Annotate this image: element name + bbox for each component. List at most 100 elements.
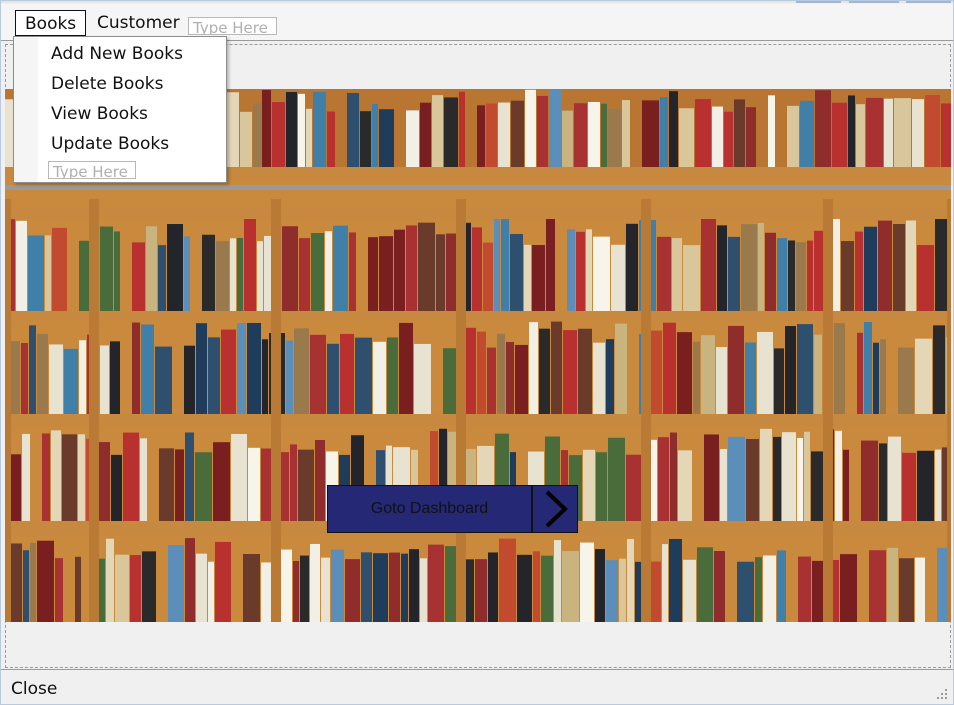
menu-item-update-books[interactable]: Update Books [51, 132, 169, 156]
book-spine [321, 557, 330, 622]
book-spine [619, 558, 626, 622]
book-spine [240, 111, 252, 167]
book-spine [777, 238, 787, 311]
book-spine [499, 538, 516, 622]
book-spine [475, 559, 487, 622]
book-spine [663, 322, 676, 414]
book-spine [697, 547, 713, 622]
shelf-board [5, 414, 951, 426]
book-spine [184, 345, 195, 414]
book-spine [734, 99, 745, 167]
dropdown-type-here-input[interactable]: Type Here [48, 161, 136, 179]
book-spine [869, 550, 886, 622]
book-spine [788, 240, 795, 311]
menu-item-view-books[interactable]: View Books [51, 102, 148, 126]
book-spine [141, 324, 154, 414]
book-spine [580, 542, 594, 622]
book-spine [79, 340, 86, 414]
chevron-right-icon[interactable] [532, 485, 578, 533]
book-spine [64, 348, 78, 414]
menu-type-here-input[interactable]: Type Here [188, 17, 277, 35]
book-spine [111, 454, 122, 521]
book-spine [379, 236, 393, 311]
book-spine [840, 554, 857, 622]
book-spine [515, 344, 528, 414]
book-spine [132, 322, 140, 414]
close-button[interactable]: Close [11, 679, 57, 699]
book-spine [310, 543, 320, 622]
book-spine [782, 432, 796, 521]
book-spine [774, 348, 784, 414]
book-spine [864, 322, 872, 414]
book-spine [510, 234, 523, 311]
shelf-board [5, 207, 951, 219]
book-spine [231, 433, 247, 521]
book-spine [626, 454, 641, 521]
menu-item-add-new-books[interactable]: Add New Books [51, 42, 183, 66]
book-spine [100, 345, 109, 414]
book-spine [601, 103, 607, 167]
titlebar-accent [796, 1, 841, 3]
book-spine [30, 542, 36, 622]
book-spine [477, 105, 485, 167]
book-spine [272, 102, 285, 167]
book-spine [593, 342, 605, 414]
book-spine [185, 538, 195, 622]
book-spine [399, 322, 413, 414]
book-spine [554, 540, 561, 622]
books-dropdown-menu: Add New Books Delete Books View Books Up… [13, 36, 227, 183]
book-spine [815, 90, 831, 167]
book-spine [21, 342, 28, 414]
book-spine [864, 226, 877, 311]
book-spine [247, 322, 261, 414]
book-spine [472, 227, 482, 311]
book-spine [428, 544, 444, 622]
book-spine [878, 220, 892, 311]
book-spine [855, 231, 863, 311]
menu-icon-margin [14, 37, 38, 182]
book-spine [311, 233, 324, 311]
book-spine [873, 342, 879, 414]
book-spine [712, 106, 723, 167]
goto-dashboard-button[interactable]: Goto Dashboard [327, 485, 532, 533]
book-spine [168, 544, 184, 622]
book-spine [861, 440, 878, 521]
book-spine [578, 328, 592, 414]
book-spine [737, 561, 754, 622]
book-spine [658, 437, 669, 521]
book-spine [906, 220, 916, 311]
menu-item-delete-books[interactable]: Delete Books [51, 72, 163, 96]
book-spine [539, 328, 550, 414]
book-spine [798, 556, 811, 622]
book-spine [642, 100, 659, 167]
book-spine [841, 241, 854, 311]
book-spine [563, 330, 577, 414]
book-spine [158, 245, 166, 311]
book-spine [724, 111, 733, 167]
book-spine [716, 347, 727, 414]
book-spine [796, 242, 806, 311]
resize-grip-icon[interactable] [937, 689, 947, 699]
book-spine [315, 440, 325, 521]
book-spine [372, 104, 378, 167]
book-spine [745, 342, 756, 414]
book-spine [714, 550, 725, 622]
book-spine [420, 558, 427, 622]
book-spine [401, 553, 408, 622]
book-spine [717, 225, 727, 311]
shelf-divider [823, 199, 833, 622]
book-spine [678, 450, 692, 521]
book-spine [488, 552, 498, 622]
book-spine [264, 235, 271, 311]
book-spine [497, 333, 505, 414]
book-spine [546, 217, 555, 311]
book-spine [355, 337, 372, 414]
menu-books[interactable]: Books [15, 10, 87, 36]
book-spine [387, 337, 398, 414]
book-spine [879, 443, 887, 521]
book-spine [583, 449, 595, 521]
book-spine [755, 557, 762, 622]
menu-customer[interactable]: Customer [88, 10, 189, 36]
book-spine [347, 92, 359, 167]
book-spine [142, 551, 156, 622]
